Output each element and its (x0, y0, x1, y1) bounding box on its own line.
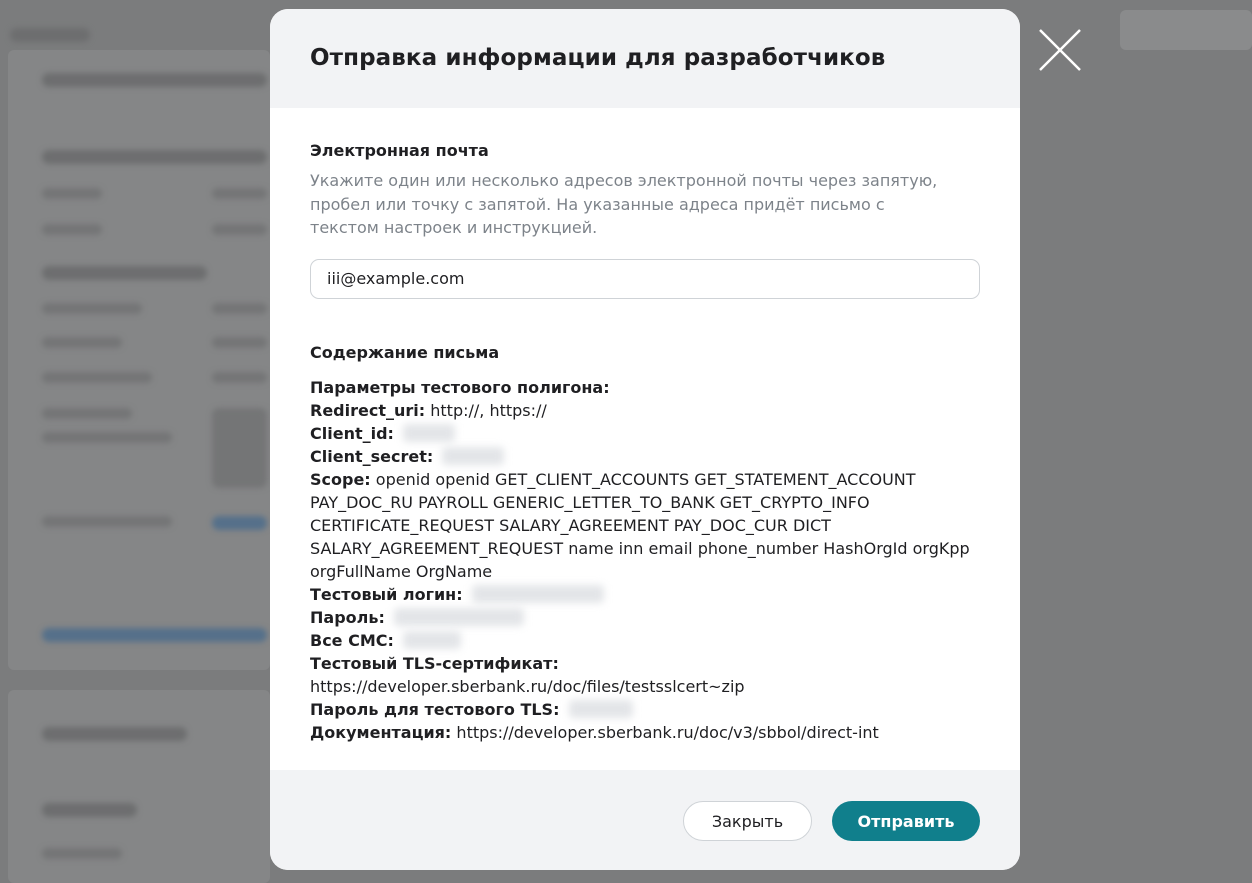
background-text (42, 727, 187, 741)
scope-label: Scope: (310, 469, 371, 489)
dialog-body: Электронная почта Укажите один или неско… (270, 108, 1020, 744)
background-text (42, 372, 152, 383)
client-secret-label: Client_secret: (310, 446, 434, 466)
password-label: Пароль: (310, 607, 385, 627)
letter-content-title: Содержание письма (310, 342, 500, 362)
background-text (42, 303, 142, 314)
background-text (10, 28, 90, 42)
background-text (42, 628, 267, 642)
background-text (42, 432, 172, 443)
background-text (212, 188, 267, 199)
test-login-label: Тестовый логин: (310, 584, 463, 604)
email-section-title: Электронная почта (310, 141, 489, 160)
tls-cert-value: https://developer.sberbank.ru/doc/files/… (310, 676, 745, 696)
client-id-label: Client_id: (310, 423, 394, 443)
close-icon[interactable] (1036, 26, 1084, 74)
docs-value: https://developer.sberbank.ru/doc/v3/sbb… (456, 722, 879, 742)
tls-password-redacted (568, 699, 633, 718)
background-text (42, 408, 132, 419)
email-hint: Укажите один или несколько адресов элект… (310, 171, 938, 237)
background-text (212, 224, 267, 235)
background-text (42, 516, 172, 527)
scope-value: openid openid GET_CLIENT_ACCOUNTS GET_ST… (310, 469, 970, 581)
password-redacted (393, 607, 524, 626)
dialog-title: Отправка информации для разработчиков (310, 45, 886, 71)
send-button[interactable]: Отправить (832, 801, 980, 841)
email-input[interactable] (310, 258, 980, 299)
developer-info-dialog: Отправка информации для разработчиков Эл… (270, 9, 1020, 870)
background-text (42, 73, 267, 87)
background-text (212, 372, 267, 383)
background-text (42, 188, 102, 199)
background-text (212, 303, 267, 314)
background-text (42, 224, 102, 235)
sms-redacted (403, 630, 461, 649)
test-login-redacted (471, 584, 604, 603)
background-text (42, 848, 122, 859)
dialog-header: Отправка информации для разработчиков (270, 9, 1020, 108)
client-id-redacted (403, 423, 456, 442)
background-text (42, 266, 207, 280)
background-text (42, 803, 137, 817)
tls-cert-label: Тестовый TLS-сертификат: (310, 653, 559, 673)
redirect-uri-label: Redirect_uri: (310, 400, 426, 420)
sms-label: Все СМС: (310, 630, 394, 650)
background-text (42, 150, 267, 164)
dialog-footer: Закрыть Отправить (270, 770, 1020, 870)
params-label: Параметры тестового полигона: (310, 377, 610, 397)
client-secret-redacted (442, 446, 505, 465)
redirect-uri-value: http://, https:// (430, 400, 547, 420)
background-text (212, 408, 267, 488)
background-card (1120, 10, 1252, 50)
background-text (212, 516, 267, 530)
close-button[interactable]: Закрыть (683, 801, 812, 841)
docs-label: Документация: (310, 722, 452, 742)
background-text (42, 337, 122, 348)
tls-password-label: Пароль для тестового TLS: (310, 699, 560, 719)
background-text (212, 337, 267, 348)
background-card (8, 50, 270, 670)
letter-content: Параметры тестового полигона: Redirect_u… (310, 376, 980, 744)
